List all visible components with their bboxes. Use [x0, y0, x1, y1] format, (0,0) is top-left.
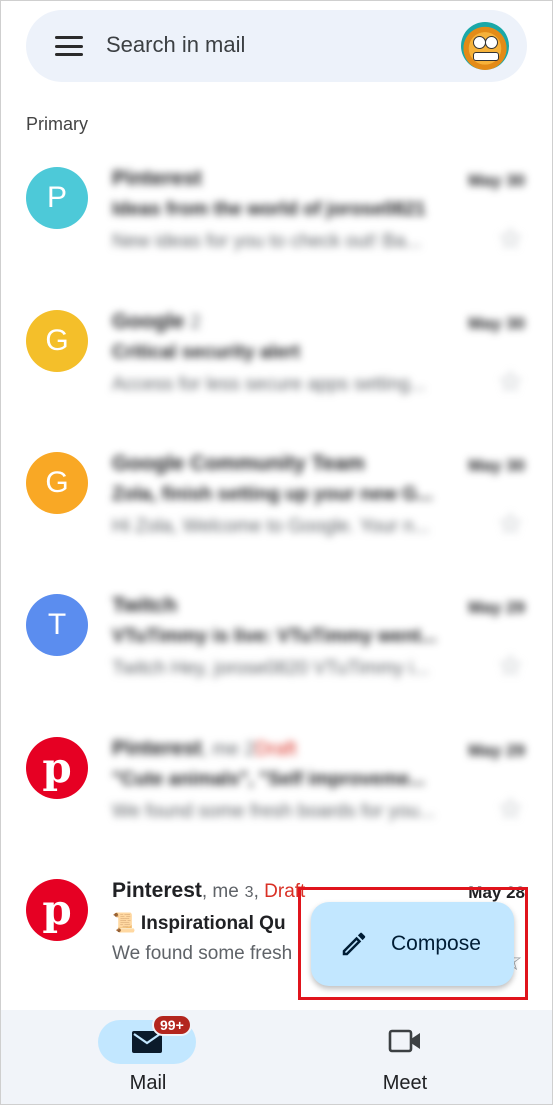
- mail-subject: VTuTimmy is live: VTuTimmy went...: [112, 626, 437, 647]
- star-icon[interactable]: ☆: [498, 510, 523, 538]
- mail-preview: We found some fresh boards for you...: [112, 801, 435, 822]
- highlight-box: [298, 887, 528, 1000]
- svg-text:p: p: [42, 885, 71, 934]
- sender-avatar: P: [26, 167, 88, 229]
- mail-preview: Hi Zola, Welcome to Google. Your n...: [112, 516, 430, 537]
- account-avatar[interactable]: [461, 22, 509, 70]
- star-icon[interactable]: ☆: [498, 368, 523, 396]
- menu-icon[interactable]: [55, 36, 83, 56]
- mail-row[interactable]: P Pinterest May 30 Ideas from the world …: [0, 167, 553, 292]
- mail-date: May 29: [468, 598, 525, 617]
- nav-meet-label: Meet: [382, 1072, 428, 1094]
- section-label-primary: Primary: [26, 114, 88, 134]
- nav-mail-label: Mail: [129, 1072, 167, 1094]
- mail-date: May 30: [468, 456, 525, 475]
- svg-text:p: p: [42, 743, 71, 792]
- sender-name: Pinterest, me 2Draft: [112, 737, 297, 760]
- pinterest-logo-icon: p: [26, 737, 88, 799]
- mail-row[interactable]: p Pinterest, me 2Draft May 29 "Cute anim…: [0, 737, 553, 862]
- pinterest-logo-icon: p: [26, 879, 88, 941]
- sender-avatar: G: [26, 452, 88, 514]
- search-bar[interactable]: Search in mail: [26, 10, 527, 82]
- nav-meet[interactable]: Meet: [305, 1010, 505, 1105]
- sender-name: Google 2: [112, 310, 201, 333]
- mail-row[interactable]: T Twitch May 29 VTuTimmy is live: VTuTim…: [0, 594, 553, 719]
- mail-date: May 30: [468, 171, 525, 190]
- sender-avatar: G: [26, 310, 88, 372]
- mail-preview: Twitch Hey, jorose0820 VTuTimmy i...: [112, 658, 430, 679]
- mail-date: May 29: [468, 741, 525, 760]
- mail-subject: Zola, finish setting up your new G...: [112, 484, 433, 505]
- thread-count: 2: [190, 312, 201, 333]
- star-icon[interactable]: ☆: [498, 652, 523, 680]
- video-camera-icon: [388, 1029, 420, 1053]
- nav-mail[interactable]: 99+ Mail: [48, 1010, 248, 1105]
- mail-preview: Access for less secure apps setting...: [112, 374, 426, 395]
- sender-name: Pinterest, me 3, Draft: [112, 879, 306, 902]
- mail-subject: Critical security alert: [112, 342, 300, 363]
- mail-row[interactable]: G Google Community Team May 30 Zola, fin…: [0, 452, 553, 577]
- bottom-navigation: 99+ Mail Meet: [0, 1010, 553, 1105]
- mail-preview: New ideas for you to check out! Ba...: [112, 231, 422, 252]
- sender-name: Twitch: [112, 594, 177, 617]
- sender-name: Google Community Team: [112, 452, 365, 475]
- sender-name: Pinterest: [112, 167, 202, 190]
- mail-subject: "Cute animals", "Self improveme...: [112, 769, 426, 790]
- mail-subject: Ideas from the world of jorose0821: [112, 199, 426, 220]
- unread-badge: 99+: [152, 1014, 192, 1036]
- mail-date: May 30: [468, 314, 525, 333]
- sender-avatar: T: [26, 594, 88, 656]
- mail-row[interactable]: G Google 2 May 30 Critical security aler…: [0, 310, 553, 435]
- star-icon[interactable]: ☆: [498, 225, 523, 253]
- star-icon[interactable]: ☆: [498, 795, 523, 823]
- search-input[interactable]: Search in mail: [106, 32, 245, 58]
